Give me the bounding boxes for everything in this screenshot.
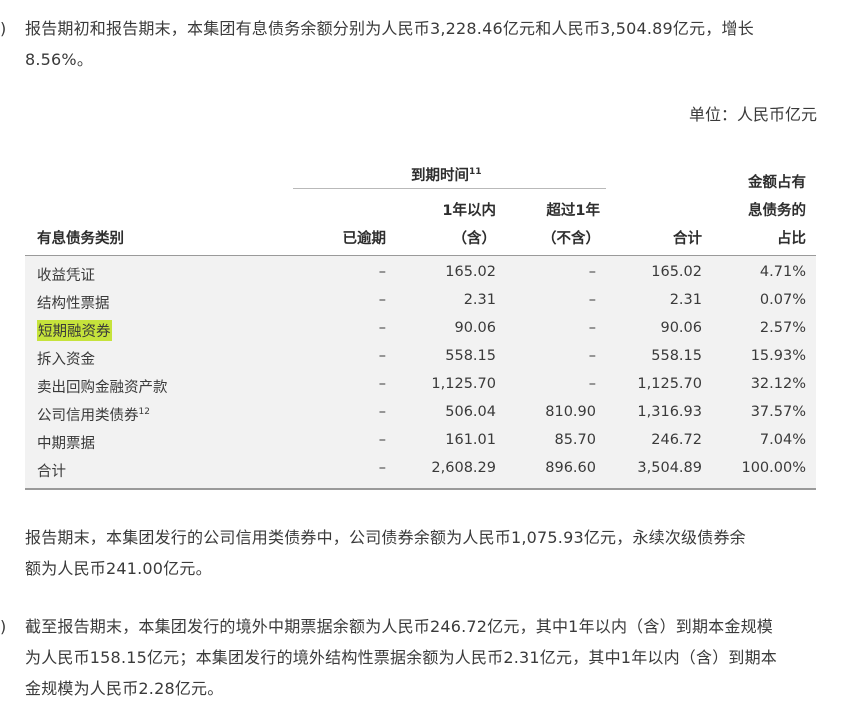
header-over-1yr: 超过1年 (546, 203, 600, 219)
cell-category: 卖出回购金融资产款 (37, 380, 168, 396)
cell-overdue: – (378, 404, 386, 420)
paragraph-debt-balance: 报告期初和报告期末，本集团有息债务余额分别为人民币3,228.46亿元和人民币3… (25, 13, 825, 75)
cell-overdue: – (378, 432, 386, 448)
cell-within-1yr: 165.02 (445, 264, 496, 280)
cell-over-1yr: 85.70 (554, 432, 596, 448)
cell-ratio: 0.07% (759, 292, 806, 308)
cell-category: 中期票据 (37, 436, 95, 452)
header-over-1yr-excl: （不含） (542, 231, 600, 247)
cell-overdue: – (378, 320, 386, 336)
cell-total: 246.72 (651, 432, 702, 448)
debt-table: 到期时间11 有息债务类别 已逾期 1年以内 （含） 超过1年 （不含） 合计 … (25, 150, 816, 490)
paragraph-line: 报告期初和报告期末，本集团有息债务余额分别为人民币3,228.46亿元和人民币3… (25, 19, 754, 38)
cell-category: 结构性票据 (37, 296, 110, 312)
cell-total: 1,316.93 (637, 404, 702, 420)
cell-overdue: – (378, 376, 386, 392)
table-row: 拆入资金 – 558.15 – 558.15 15.93% (25, 344, 816, 372)
header-within-1yr-incl: （含） (452, 231, 497, 247)
table-row: 中期票据 – 161.01 85.70 246.72 7.04% (25, 428, 816, 456)
cell-total: 558.15 (651, 348, 702, 364)
paragraph-line: 额为人民币241.00亿元。 (25, 559, 212, 578)
cell-total: 1,125.70 (637, 376, 702, 392)
table-row: 公司信用类债券12 – 506.04 810.90 1,316.93 37.57… (25, 400, 816, 428)
paragraph-line: 金规模为人民币2.28亿元。 (25, 679, 224, 698)
cell-total: 2.31 (669, 292, 702, 308)
paragraph-overseas-notes: 截至报告期末，本集团发行的境外中期票据余额为人民币246.72亿元，其中1年以内… (25, 611, 825, 704)
paragraph-line: 8.56%。 (25, 50, 94, 69)
unit-label: 单位：人民币亿元 (688, 105, 817, 124)
group-header-maturity: 到期时间11 (411, 167, 482, 184)
paragraph-line: 报告期末，本集团发行的公司信用类债券中，公司债券余额为人民币1,075.93亿元… (25, 528, 746, 547)
cell-within-1yr: 161.01 (445, 432, 496, 448)
cell-over-1yr: – (588, 320, 596, 336)
header-ratio-line1: 金额占有 (748, 175, 806, 191)
cell-within-1yr: 2,608.29 (431, 460, 496, 476)
cell-total: 3,504.89 (637, 460, 702, 476)
cell-over-1yr: – (588, 348, 596, 364)
table-header: 到期时间11 有息债务类别 已逾期 1年以内 （含） 超过1年 （不含） 合计 … (25, 150, 816, 255)
cell-category: 拆入资金 (37, 352, 95, 368)
paragraph-credit-bonds: 报告期末，本集团发行的公司信用类债券中，公司债券余额为人民币1,075.93亿元… (25, 522, 825, 584)
cell-overdue: – (378, 348, 386, 364)
cell-over-1yr: 810.90 (545, 404, 596, 420)
cell-total: 165.02 (651, 264, 702, 280)
footnote-ref: 12 (138, 407, 150, 417)
list-bracket: ) (0, 617, 7, 636)
cell-within-1yr: 506.04 (445, 404, 496, 420)
list-bracket: ) (0, 19, 7, 38)
cell-total: 90.06 (660, 320, 702, 336)
table-row: 卖出回购金融资产款 – 1,125.70 – 1,125.70 32.12% (25, 372, 816, 400)
cell-category: 公司信用类债券12 (37, 407, 150, 424)
group-header-divider (293, 188, 606, 189)
header-within-1yr: 1年以内 (442, 203, 496, 219)
cell-within-1yr: 90.06 (454, 320, 496, 336)
cell-overdue: – (378, 264, 386, 280)
cell-category: 合计 (37, 464, 66, 480)
header-category: 有息债务类别 (37, 231, 124, 247)
paragraph-line: 截至报告期末，本集团发行的境外中期票据余额为人民币246.72亿元，其中1年以内… (25, 617, 773, 636)
header-ratio-line3: 占比 (777, 231, 806, 247)
cell-ratio: 4.71% (759, 264, 806, 280)
table-body: 收益凭证 – 165.02 – 165.02 4.71% 结构性票据 – 2.3… (25, 255, 816, 490)
header-ratio-line2: 息债务的 (748, 203, 806, 219)
cell-within-1yr: 2.31 (463, 292, 496, 308)
cell-overdue: – (378, 460, 386, 476)
cell-ratio: 32.12% (750, 376, 806, 392)
cell-category-highlighted: 短期融资券 (37, 320, 112, 341)
table-row: 收益凭证 – 165.02 – 165.02 4.71% (25, 260, 816, 288)
cell-over-1yr: 896.60 (545, 460, 596, 476)
cell-ratio: 7.04% (759, 432, 806, 448)
cell-overdue: – (378, 292, 386, 308)
cell-ratio: 2.57% (759, 320, 806, 336)
cell-ratio: 15.93% (750, 348, 806, 364)
cell-within-1yr: 1,125.70 (431, 376, 496, 392)
cell-over-1yr: – (588, 264, 596, 280)
cell-over-1yr: – (588, 376, 596, 392)
cell-category: 收益凭证 (37, 268, 95, 284)
table-row-total: 合计 – 2,608.29 896.60 3,504.89 100.00% (25, 456, 816, 484)
table-row: 短期融资券 – 90.06 – 90.06 2.57% (25, 316, 816, 344)
cell-ratio: 37.57% (750, 404, 806, 420)
table-row: 结构性票据 – 2.31 – 2.31 0.07% (25, 288, 816, 316)
header-overdue: 已逾期 (342, 231, 387, 247)
cell-within-1yr: 558.15 (445, 348, 496, 364)
cell-over-1yr: – (588, 292, 596, 308)
header-total: 合计 (673, 231, 702, 247)
cell-ratio: 100.00% (741, 460, 806, 476)
paragraph-line: 为人民币158.15亿元；本集团发行的境外结构性票据余额为人民币2.31亿元，其… (25, 648, 777, 667)
